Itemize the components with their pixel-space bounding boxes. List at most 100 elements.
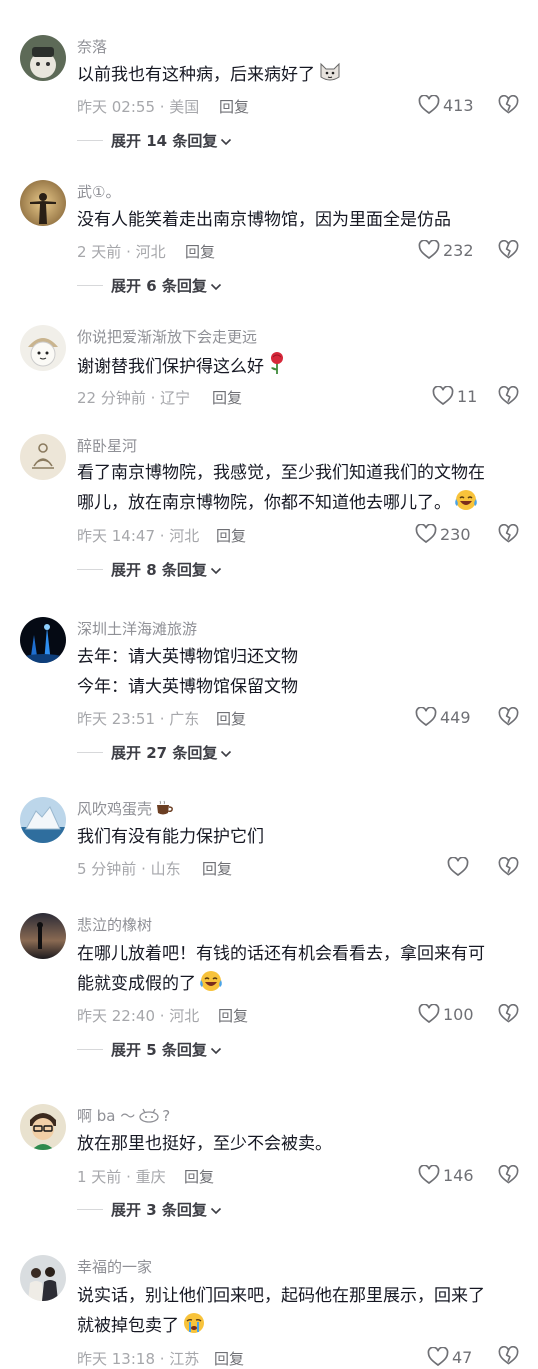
dislike-button[interactable] (498, 1004, 519, 1024)
broken-heart-icon (498, 1004, 519, 1023)
comment-meta: 2 天前 · 河北 (77, 243, 166, 261)
comment-line: 说实话，别让他们回来吧，起码他在那里展示，回来了 (77, 1286, 485, 1306)
heart-icon (415, 707, 437, 727)
dislike-button[interactable] (498, 524, 519, 544)
heart-icon (432, 386, 454, 406)
comment-line: 今年：请大英博物馆保留文物 (77, 677, 298, 697)
avatar[interactable] (20, 180, 66, 226)
comment-meta: 1 天前 · 重庆 (77, 1168, 166, 1186)
like-button[interactable] (447, 857, 472, 877)
like-button[interactable]: 232 (418, 240, 474, 260)
dislike-button[interactable] (498, 1165, 519, 1185)
username[interactable]: 啊 ba ～? (77, 1105, 170, 1127)
username[interactable]: 醉卧星河 (77, 435, 137, 456)
comment-text: 谢谢替我们保护得这么好 (77, 351, 522, 385)
dislike-button[interactable] (498, 386, 519, 406)
expand-replies-label: 展开 8 条回复 (111, 561, 207, 579)
comment-line: 以前我也有这种病，后来病好了 (77, 65, 315, 85)
comment-line: 没有人能笑着走出南京博物馆，因为里面全是仿品 (77, 210, 451, 230)
like-count: 413 (443, 95, 474, 115)
heart-icon (418, 240, 440, 260)
reply-button[interactable]: 回复 (216, 708, 246, 729)
dislike-button[interactable] (498, 240, 519, 260)
comment-meta: 昨天 23:51 · 广东 (77, 710, 200, 728)
heart-icon (415, 524, 437, 544)
expand-replies-button[interactable]: 展开 6 条回复 (77, 275, 222, 296)
reply-button[interactable]: 回复 (202, 858, 232, 879)
username-text: 风吹鸡蛋壳 (77, 800, 153, 818)
comment-text: 看了南京博物院，我感觉，至少我们知道我们的文物在 哪儿，放在南京博物院，你都不知道… (77, 458, 522, 521)
expand-replies-button[interactable]: 展开 8 条回复 (77, 559, 222, 580)
like-count: 47 (452, 1347, 473, 1367)
dislike-button[interactable] (498, 95, 519, 115)
expand-replies-label: 展开 5 条回复 (111, 1041, 207, 1059)
like-count: 100 (443, 1004, 474, 1024)
reply-button[interactable]: 回复 (184, 1166, 214, 1187)
like-count: 232 (443, 240, 474, 260)
username[interactable]: 风吹鸡蛋壳 (77, 798, 175, 820)
divider (77, 1049, 103, 1050)
username-text: 啊 ba ～ (77, 1107, 136, 1125)
dislike-button[interactable] (498, 1346, 519, 1366)
username[interactable]: 悲泣的橡树 (77, 914, 152, 935)
comment-line: 哪儿，放在南京博物院，你都不知道他去哪儿了。 (77, 493, 451, 513)
username[interactable]: 武①。 (77, 181, 120, 202)
rose-emoji (267, 351, 287, 385)
like-button[interactable]: 230 (415, 524, 471, 544)
dislike-button[interactable] (498, 707, 519, 727)
heart-icon (427, 1347, 449, 1367)
broken-heart-icon (498, 1165, 519, 1184)
divider (77, 752, 103, 753)
avatar[interactable] (20, 617, 66, 663)
expand-replies-label: 展开 14 条回复 (111, 132, 218, 150)
reply-button[interactable]: 回复 (216, 525, 246, 546)
expand-replies-button[interactable]: 展开 27 条回复 (77, 742, 232, 763)
like-button[interactable]: 11 (432, 386, 477, 406)
username[interactable]: 奈落 (77, 36, 107, 57)
reply-button[interactable]: 回复 (212, 387, 242, 408)
username[interactable]: 你说把爱渐渐放下会走更远 (77, 326, 257, 347)
like-button[interactable]: 47 (427, 1347, 472, 1367)
chevron-down-icon (210, 1200, 222, 1219)
avatar[interactable] (20, 325, 66, 371)
chevron-down-icon (210, 560, 222, 579)
avatar[interactable] (20, 35, 66, 81)
reply-button[interactable]: 回复 (219, 96, 249, 117)
avatar[interactable] (20, 1255, 66, 1301)
avatar[interactable] (20, 1104, 66, 1150)
avatar[interactable] (20, 434, 66, 480)
broken-heart-icon (498, 1346, 519, 1365)
avatar[interactable] (20, 797, 66, 843)
reply-button[interactable]: 回复 (214, 1348, 244, 1369)
avatar[interactable] (20, 913, 66, 959)
expand-replies-label: 展开 27 条回复 (111, 744, 218, 762)
divider (77, 285, 103, 286)
heart-icon (418, 95, 440, 115)
like-button[interactable]: 100 (418, 1004, 474, 1024)
like-count: 11 (457, 386, 478, 406)
chevron-down-icon (220, 743, 232, 762)
expand-replies-button[interactable]: 展开 5 条回复 (77, 1039, 222, 1060)
comment-text: 去年：请大英博物馆归还文物 今年：请大英博物馆保留文物 (77, 642, 522, 702)
expand-replies-button[interactable]: 展开 3 条回复 (77, 1199, 222, 1220)
username[interactable]: 深圳土洋海滩旅游 (77, 618, 197, 639)
comment-line: 谢谢替我们保护得这么好 (77, 357, 264, 377)
comment-line: 能就变成假的了 (77, 974, 196, 994)
divider (77, 569, 103, 570)
divider (77, 140, 103, 141)
chevron-down-icon (220, 131, 232, 150)
expand-replies-button[interactable]: 展开 14 条回复 (77, 130, 232, 151)
comment-line: 在哪儿放着吧！有钱的话还有机会看看去，拿回来有可 (77, 944, 485, 964)
chevron-down-icon (210, 276, 222, 295)
like-button[interactable]: 449 (415, 707, 471, 727)
like-button[interactable]: 146 (418, 1165, 474, 1185)
username[interactable]: 幸福的一家 (77, 1256, 152, 1277)
comment-meta: 22 分钟前 · 辽宁 (77, 389, 191, 407)
reply-button[interactable]: 回复 (185, 241, 215, 262)
expand-replies-label: 展开 3 条回复 (111, 1201, 207, 1219)
reply-button[interactable]: 回复 (218, 1005, 248, 1026)
like-button[interactable]: 413 (418, 95, 474, 115)
dislike-button[interactable] (498, 857, 519, 877)
comment-line: 看了南京博物院，我感觉，至少我们知道我们的文物在 (77, 463, 485, 483)
bunny-face-emoji (138, 1107, 162, 1127)
